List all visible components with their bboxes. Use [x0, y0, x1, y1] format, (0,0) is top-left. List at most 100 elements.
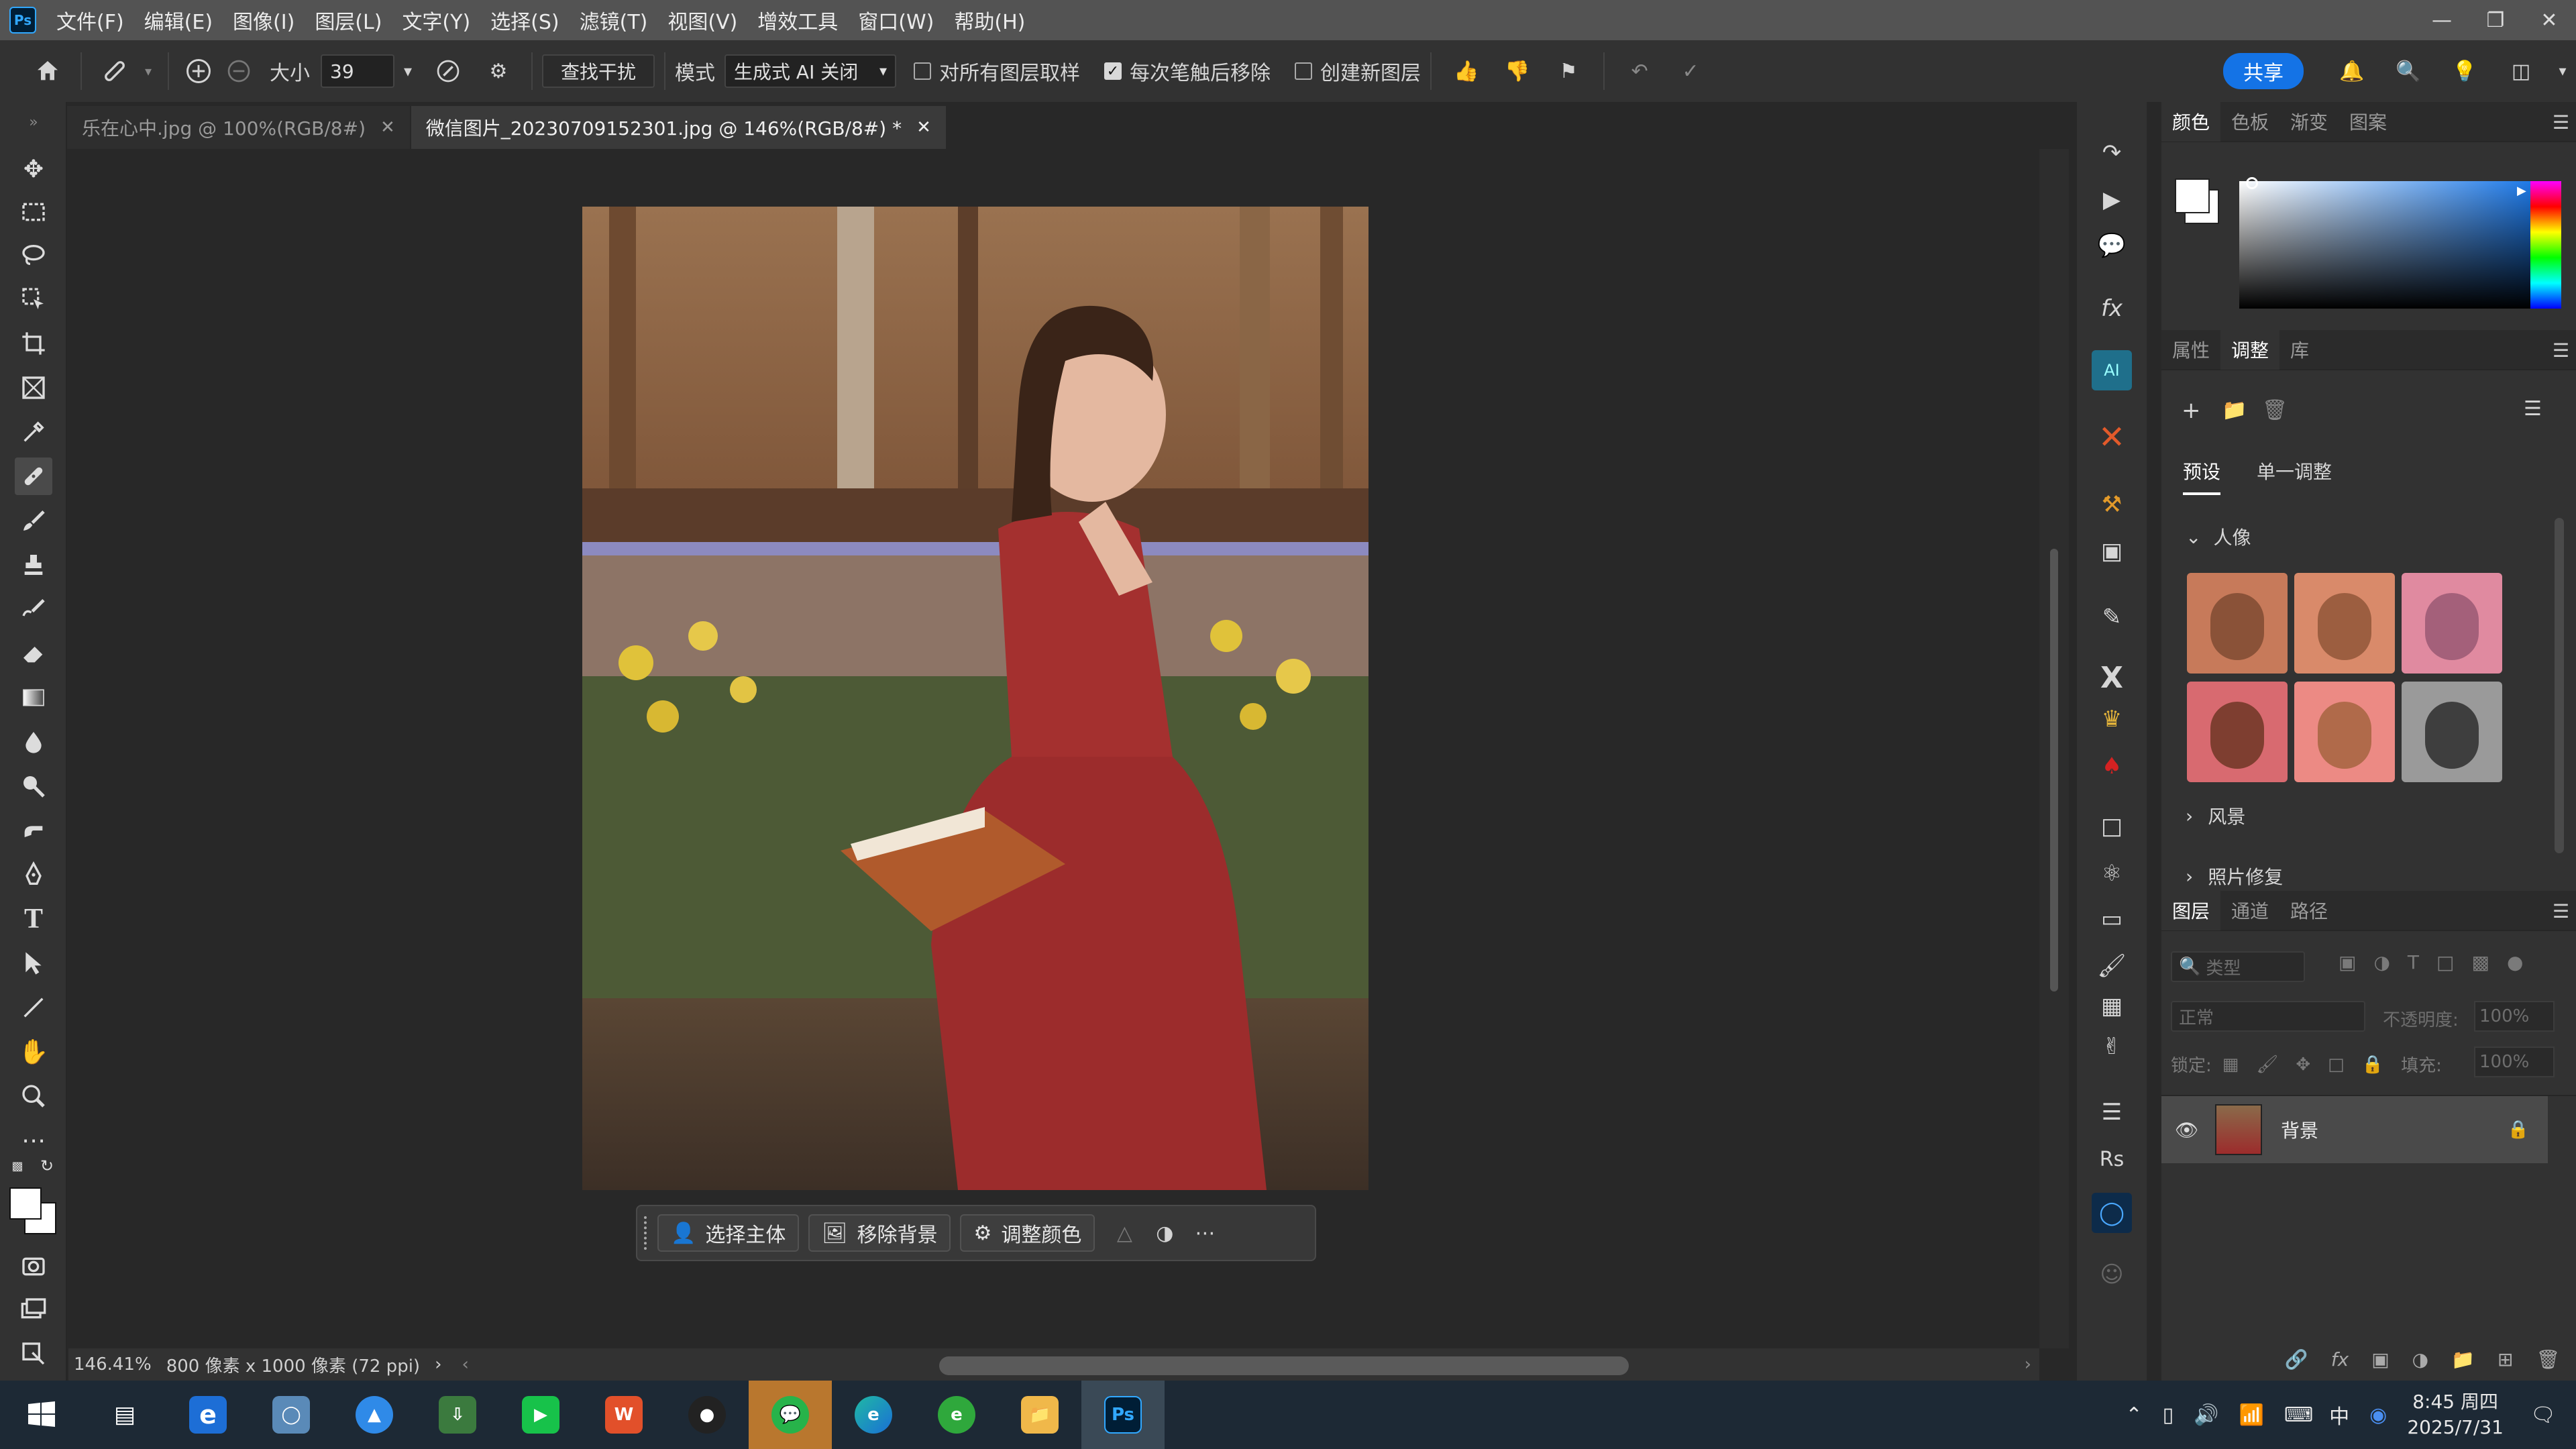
settings-gear-icon[interactable]: ⚙: [475, 60, 522, 83]
picture-icon[interactable]: ▣: [2092, 531, 2132, 572]
ime-indicator[interactable]: 中: [2329, 1400, 2349, 1430]
trash-icon[interactable]: 🗑: [2262, 398, 2288, 422]
smudge-tool-icon[interactable]: [15, 812, 52, 849]
menu-image[interactable]: 图像(I): [233, 5, 294, 35]
menu-layer[interactable]: 图层(L): [315, 5, 382, 35]
search-icon[interactable]: 🔍: [2380, 60, 2436, 83]
folder-icon[interactable]: 📁: [2222, 398, 2247, 422]
tab-adjustments[interactable]: 调整: [2220, 329, 2280, 370]
atom-icon[interactable]: ⚛: [2092, 853, 2132, 894]
new-group-icon[interactable]: 📁: [2451, 1348, 2475, 1371]
ie-browser-icon[interactable]: e: [166, 1381, 250, 1449]
tab-color[interactable]: 颜色: [2161, 101, 2221, 142]
volume-icon[interactable]: 🔊: [2194, 1403, 2218, 1427]
actions-play-icon[interactable]: ▶: [2092, 180, 2132, 220]
document-image[interactable]: [582, 207, 1368, 1190]
tab-gradients[interactable]: 渐变: [2279, 101, 2339, 142]
qq-penguin-icon[interactable]: ●: [665, 1381, 749, 1449]
task-view-icon[interactable]: ▤: [83, 1381, 166, 1449]
tab-channels[interactable]: 通道: [2220, 890, 2279, 930]
hand-plugin-icon[interactable]: ✌: [2092, 1026, 2132, 1067]
mode-select[interactable]: 生成式 AI 关闭 ▾: [724, 54, 897, 88]
more-options-icon[interactable]: ⋯: [1185, 1222, 1225, 1245]
remove-background-button[interactable]: 🖼 移除背景: [808, 1214, 951, 1252]
fill-input[interactable]: 100%: [2474, 1046, 2555, 1077]
gradient-tool-icon[interactable]: [15, 679, 52, 716]
minimize-icon[interactable]: —: [2415, 0, 2469, 40]
display-icon[interactable]: ▭: [2092, 899, 2132, 939]
adjust-color-button[interactable]: ⚙ 调整颜色: [960, 1214, 1095, 1252]
close-tab-icon[interactable]: ✕: [380, 117, 395, 138]
hue-pointer-icon[interactable]: ▶: [2517, 184, 2529, 198]
visibility-eye-icon[interactable]: 👁: [2175, 1119, 2215, 1141]
menu-window[interactable]: 窗口(W): [858, 5, 934, 35]
layer-row[interactable]: 👁 背景 🔒: [2161, 1096, 2548, 1163]
preset-thumbnail[interactable]: [2187, 682, 2288, 782]
object-selection-tool-icon[interactable]: [15, 280, 52, 318]
media-player-icon[interactable]: ▶: [499, 1381, 582, 1449]
eyedropper-tool-icon[interactable]: [15, 413, 52, 451]
add-mask-icon[interactable]: ▣: [2371, 1348, 2389, 1371]
size-input[interactable]: 39: [321, 54, 394, 88]
lock-transparency-icon[interactable]: ▦: [2222, 1055, 2239, 1075]
brush-plugin-icon[interactable]: 🖌: [2092, 946, 2132, 986]
remove-after-stroke-option[interactable]: ✓ 每次笔触后移除: [1104, 56, 1271, 86]
clone-stamp-tool-icon[interactable]: [15, 546, 52, 584]
vertical-scrollbar[interactable]: [2039, 149, 2069, 1348]
screen-mode-icon[interactable]: [15, 1291, 52, 1328]
frame-tool-icon[interactable]: [15, 369, 52, 407]
blend-mode-select[interactable]: 正常: [2171, 1001, 2365, 1032]
edge-browser-icon[interactable]: e: [832, 1381, 915, 1449]
preset-thumbnail[interactable]: [2294, 682, 2395, 782]
edit-toolbar-icon[interactable]: [15, 1335, 52, 1373]
group-photo-restoration[interactable]: › 照片修复: [2186, 863, 2283, 890]
filter-adjustment-icon[interactable]: ◑: [2373, 951, 2390, 973]
default-colors-icon[interactable]: ▩: [8, 1157, 27, 1175]
menu-select[interactable]: 选择(S): [490, 5, 559, 35]
panel-menu-icon[interactable]: ☰: [2553, 900, 2569, 922]
transform-icon[interactable]: △: [1104, 1222, 1144, 1245]
layer-style-icon[interactable]: fx: [2331, 1348, 2349, 1371]
filter-shape-icon[interactable]: □: [2436, 951, 2454, 973]
comments-icon[interactable]: 💬: [2092, 225, 2132, 266]
remove-after-stroke-checkbox[interactable]: ✓: [1104, 62, 1122, 80]
create-new-layer-checkbox[interactable]: [1295, 62, 1313, 80]
size-dropdown-icon[interactable]: ▾: [394, 62, 421, 80]
photoshop-taskbar-icon[interactable]: Ps: [1081, 1381, 1165, 1449]
lock-pixels-icon[interactable]: 🖌: [2256, 1055, 2278, 1075]
ai-plugin-icon[interactable]: AI: [2092, 350, 2132, 390]
filter-type-icon[interactable]: T: [2408, 951, 2419, 973]
dodge-tool-icon[interactable]: [15, 767, 52, 805]
download-app-icon[interactable]: ⇩: [416, 1381, 499, 1449]
opacity-input[interactable]: 100%: [2474, 1001, 2555, 1032]
tab-paths[interactable]: 路径: [2279, 890, 2339, 930]
find-distractions-button[interactable]: 查找干扰: [542, 54, 655, 88]
close-icon[interactable]: ✕: [2522, 0, 2576, 40]
panel-menu-icon[interactable]: ☰: [2553, 111, 2569, 133]
line-tool-icon[interactable]: [15, 989, 52, 1026]
type-tool-icon[interactable]: T: [15, 900, 52, 938]
tab-libraries[interactable]: 库: [2279, 329, 2320, 370]
commit-check-icon[interactable]: ✓: [1665, 60, 1716, 83]
tab-swatches[interactable]: 色板: [2220, 101, 2279, 142]
lasso-tool-icon[interactable]: [15, 236, 52, 274]
x-mark-icon[interactable]: X: [2092, 657, 2132, 698]
panel-menu-icon[interactable]: ☰: [2553, 339, 2569, 362]
fx-icon[interactable]: fx: [2092, 288, 2132, 329]
menu-plugins[interactable]: 增效工具: [757, 5, 838, 35]
notification-bell-icon[interactable]: 🔔: [2324, 60, 2380, 83]
list-view-icon[interactable]: ☰: [2524, 397, 2542, 421]
sample-all-layers-checkbox[interactable]: [914, 62, 932, 80]
document-tab[interactable]: 乐在心中.jpg @ 100%(RGB/8#) ✕: [67, 106, 410, 149]
wechat-icon[interactable]: 💬: [749, 1381, 832, 1449]
spot-healing-tool-icon[interactable]: [15, 458, 52, 495]
share-button[interactable]: 共享: [2223, 53, 2304, 89]
menu-file[interactable]: 文件(F): [56, 5, 124, 35]
new-layer-icon[interactable]: ⊞: [2498, 1348, 2513, 1371]
delete-layer-icon[interactable]: 🗑: [2536, 1348, 2560, 1371]
x-plugin-icon[interactable]: ✕: [2092, 417, 2132, 458]
face-plugin-icon[interactable]: ☺: [2092, 1254, 2132, 1295]
half-circle-icon[interactable]: ◑: [1144, 1222, 1185, 1245]
select-subject-button[interactable]: 👤 选择主体: [657, 1214, 800, 1252]
add-adjustment-icon[interactable]: +: [2182, 397, 2201, 424]
